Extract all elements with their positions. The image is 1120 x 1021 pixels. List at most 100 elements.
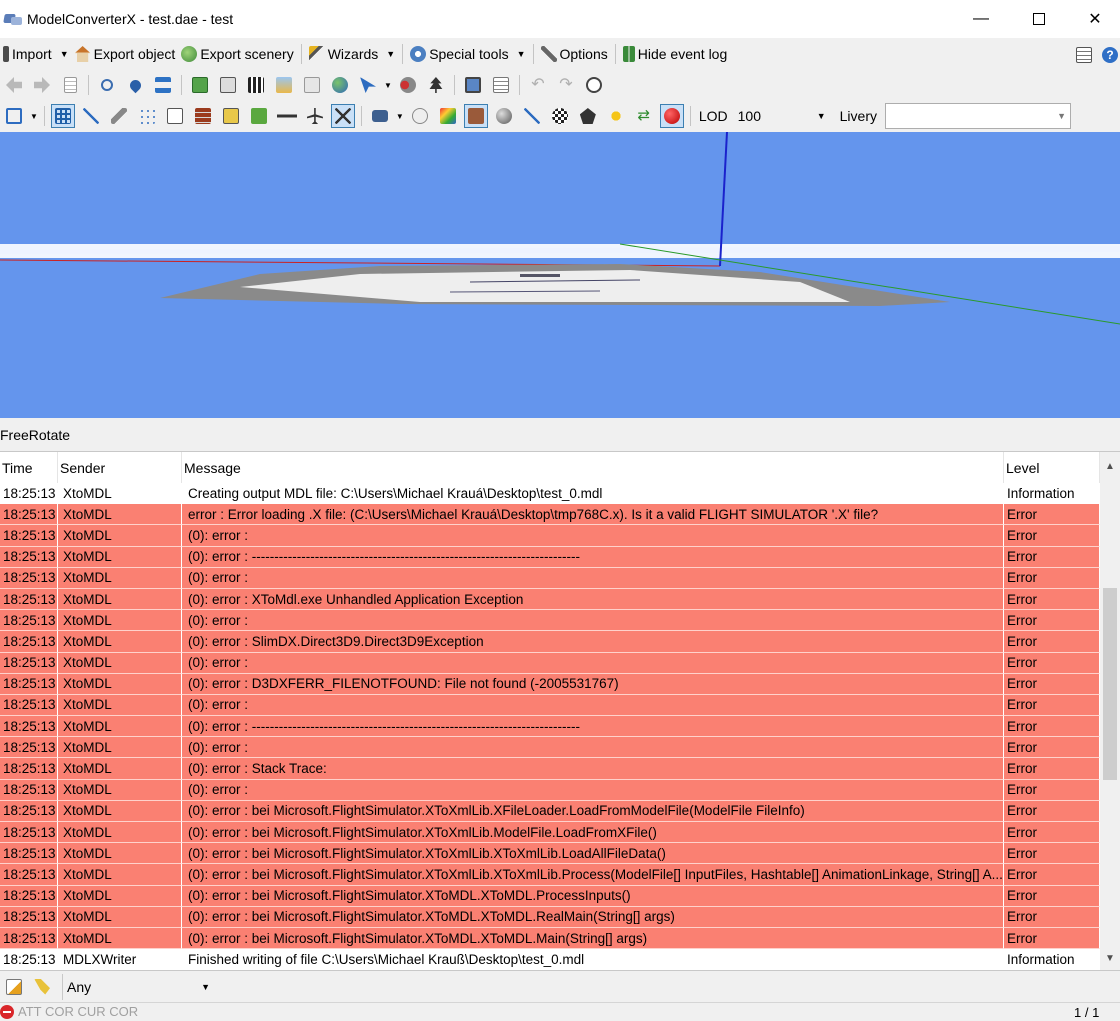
options-button[interactable]: Options: [538, 41, 611, 67]
log-level-filter[interactable]: Any ▼: [62, 973, 214, 1000]
timer-button[interactable]: [582, 73, 606, 97]
tree-button[interactable]: [424, 73, 448, 97]
livery-select[interactable]: ▼: [885, 103, 1071, 129]
log-row[interactable]: 18:25:13 XtoMDL (0): error : bei Microsoft…: [0, 800, 1100, 822]
wireframe-toggle[interactable]: [330, 104, 355, 128]
log-sender-cell: XtoMDL: [58, 864, 182, 886]
back-button[interactable]: [2, 73, 26, 97]
chevron-down-icon[interactable]: ▼: [30, 112, 38, 121]
image-button[interactable]: [272, 73, 296, 97]
scroll-down-icon[interactable]: ▼: [1100, 948, 1120, 968]
solid-toggle[interactable]: [219, 104, 243, 128]
log-time-cell: 18:25:13: [0, 483, 58, 505]
bounding-box-toggle[interactable]: [163, 104, 187, 128]
camera-button[interactable]: [368, 104, 392, 128]
log-row[interactable]: 18:25:13 XtoMDL (0): error : bei Microsoft…: [0, 927, 1100, 950]
log-row[interactable]: 18:25:13 XtoMDL (0): error : Error: [0, 779, 1100, 801]
log-row[interactable]: 18:25:13 XtoMDL (0): error : Error: [0, 567, 1100, 589]
log-row[interactable]: 18:25:13 XtoMDL Creating output MDL file: …: [0, 483, 1100, 505]
clear-log-button[interactable]: [30, 975, 54, 999]
log-row[interactable]: 18:25:13 XtoMDL (0): error : Stack Trace: E…: [0, 758, 1100, 780]
grid-toggle[interactable]: [50, 104, 75, 128]
sphere-wire-toggle[interactable]: [408, 104, 432, 128]
cursor-tool-button[interactable]: [356, 73, 380, 97]
notes-button[interactable]: [489, 73, 513, 97]
teapot-toggle[interactable]: [659, 104, 684, 128]
broom-icon: [34, 978, 50, 995]
scroll-up-icon[interactable]: ▲: [1100, 456, 1120, 476]
redo-button[interactable]: ↷: [554, 73, 578, 97]
aircraft-toggle[interactable]: [303, 104, 327, 128]
help-button[interactable]: ?: [1098, 43, 1120, 67]
log-row[interactable]: 18:25:13 XtoMDL (0): error : Error: [0, 694, 1100, 717]
log-row[interactable]: 18:25:13 XtoMDL (0): error : XToMdl.exe Un…: [0, 588, 1100, 611]
axis-toggle[interactable]: [79, 104, 103, 128]
toolbar-separator: [532, 44, 534, 64]
animation-button[interactable]: [244, 73, 268, 97]
3d-viewport[interactable]: [0, 132, 1120, 418]
shadow-toggle[interactable]: [576, 104, 600, 128]
textured-toggle[interactable]: [463, 104, 488, 128]
minimize-button[interactable]: —: [952, 0, 1010, 38]
log-row[interactable]: 18:25:13 XtoMDL (0): error : Error: [0, 525, 1100, 547]
crop-button[interactable]: [300, 73, 324, 97]
column-header-message[interactable]: Message: [182, 452, 1004, 483]
undo-button[interactable]: ↶: [526, 73, 550, 97]
export-object-button[interactable]: Export object: [72, 41, 179, 67]
log-row[interactable]: 18:25:13 XtoMDL error : Error loading .X f…: [0, 504, 1100, 526]
log-row[interactable]: 18:25:13 XtoMDL (0): error : -------------…: [0, 716, 1100, 738]
brick-toggle[interactable]: [191, 104, 215, 128]
column-header-sender[interactable]: Sender: [58, 452, 182, 483]
log-scrollbar[interactable]: ▲ ▼: [1100, 452, 1120, 970]
lights-toggle[interactable]: [604, 104, 628, 128]
runway-toggle[interactable]: [275, 104, 299, 128]
lod-select[interactable]: 100 ▼: [733, 105, 830, 127]
log-row[interactable]: 18:25:13 XtoMDL (0): error : D3DXFERR_FILE…: [0, 673, 1100, 695]
log-row[interactable]: 18:25:13 XtoMDL (0): error : Error: [0, 610, 1100, 632]
measure-button[interactable]: [107, 104, 131, 128]
world-button[interactable]: [328, 73, 352, 97]
material-button[interactable]: [188, 73, 212, 97]
export-scenery-button[interactable]: Export scenery: [178, 41, 296, 67]
hierarchy-button[interactable]: [151, 73, 175, 97]
scroll-thumb[interactable]: [1103, 588, 1117, 780]
document-button[interactable]: [58, 73, 82, 97]
texture-button[interactable]: [216, 73, 240, 97]
checker-toggle[interactable]: [548, 104, 572, 128]
hide-event-log-button[interactable]: Hide event log: [620, 41, 731, 67]
color-cube-toggle[interactable]: [436, 104, 460, 128]
log-row[interactable]: 18:25:13 XtoMDL (0): error : bei Microsoft…: [0, 822, 1100, 844]
link-button[interactable]: [396, 73, 420, 97]
log-row[interactable]: 18:25:13 XtoMDL (0): error : bei Microsoft…: [0, 864, 1100, 886]
log-row[interactable]: 18:25:13 XtoMDL (0): error : bei Microsoft…: [0, 843, 1100, 865]
event-log-icon: [622, 46, 635, 62]
refresh-button[interactable]: ⇄: [632, 104, 656, 128]
log-row[interactable]: 18:25:13 XtoMDL (0): error : Error: [0, 737, 1100, 759]
column-header-time[interactable]: Time: [0, 452, 58, 483]
ground-toggle[interactable]: [247, 104, 271, 128]
log-row[interactable]: 18:25:13 XtoMDL (0): error : SlimDX.Direct…: [0, 631, 1100, 653]
shaded-sphere-toggle[interactable]: [492, 104, 516, 128]
scatter-button[interactable]: [135, 104, 159, 128]
close-button[interactable]: ✕: [1066, 0, 1120, 38]
import-button[interactable]: Import ▼: [0, 41, 72, 67]
wizards-button[interactable]: Wizards ▼: [306, 41, 398, 67]
special-tools-button[interactable]: Special tools ▼: [407, 41, 528, 67]
screenshot-button[interactable]: [461, 73, 485, 97]
edit-log-button[interactable]: [2, 975, 26, 999]
normals-toggle[interactable]: [520, 104, 544, 128]
maximize-button[interactable]: [1010, 0, 1068, 38]
log-row[interactable]: 18:25:13 XtoMDL (0): error : bei Microsoft…: [0, 885, 1100, 907]
chevron-down-icon[interactable]: ▼: [384, 81, 392, 90]
log-row[interactable]: 18:25:13 XtoMDL (0): error : -------------…: [0, 546, 1100, 568]
log-row[interactable]: 18:25:13 MDLXWriter Finished writing of fi…: [0, 949, 1100, 970]
inspect-button[interactable]: [95, 73, 119, 97]
log-row[interactable]: 18:25:13 XtoMDL (0): error : Error: [0, 652, 1100, 674]
forward-button[interactable]: [30, 73, 54, 97]
placement-button[interactable]: [123, 73, 147, 97]
zoom-extents-button[interactable]: [2, 104, 26, 128]
log-row[interactable]: 18:25:13 XtoMDL (0): error : bei Microsoft…: [0, 906, 1100, 928]
layout-button[interactable]: [1072, 43, 1096, 67]
chevron-down-icon[interactable]: ▼: [396, 112, 404, 121]
column-header-level[interactable]: Level: [1004, 452, 1100, 483]
